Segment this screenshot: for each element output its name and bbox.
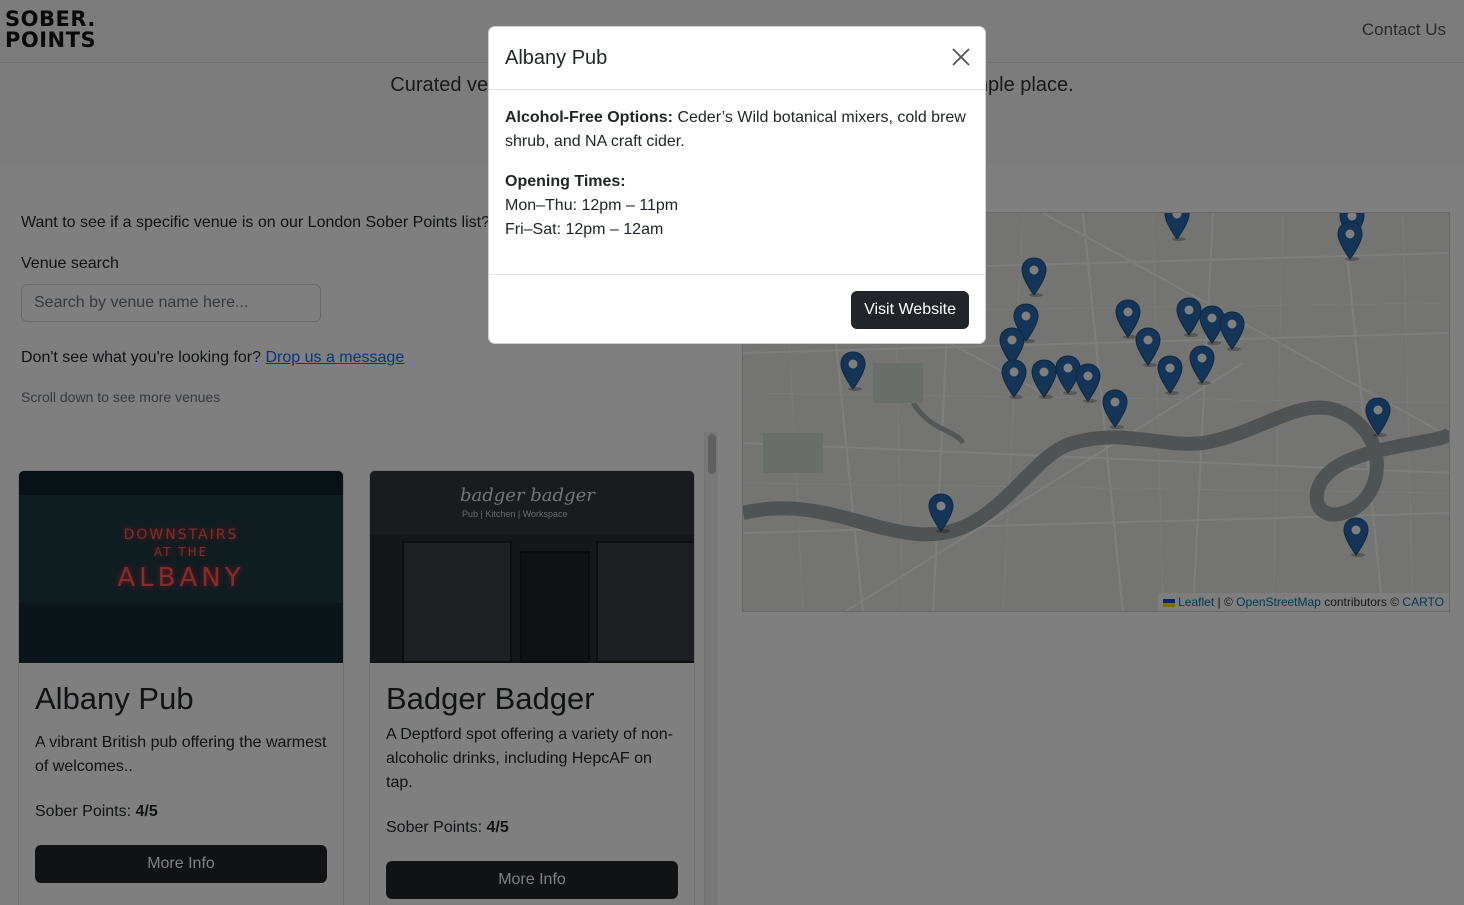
modal-footer: Visit Website — [489, 275, 985, 344]
opening-times-line: Mon–Thu: 12pm – 11pm — [505, 197, 679, 214]
opening-times-line: Fri–Sat: 12pm – 12am — [505, 221, 664, 238]
options-label: Alcohol-Free Options: — [505, 109, 673, 126]
modal-header: Albany Pub — [489, 27, 985, 90]
alcohol-free-options: Alcohol-Free Options: Ceder’s Wild botan… — [505, 106, 969, 154]
visit-website-button[interactable]: Visit Website — [851, 291, 969, 329]
close-icon[interactable] — [951, 47, 971, 67]
venue-modal: Albany Pub Alcohol-Free Options: Ceder’s… — [488, 26, 986, 344]
modal-body: Alcohol-Free Options: Ceder’s Wild botan… — [489, 90, 985, 275]
opening-times-label: Opening Times: — [505, 173, 626, 190]
modal-title: Albany Pub — [505, 47, 608, 69]
opening-times: Opening Times: Mon–Thu: 12pm – 11pm Fri–… — [505, 170, 969, 242]
